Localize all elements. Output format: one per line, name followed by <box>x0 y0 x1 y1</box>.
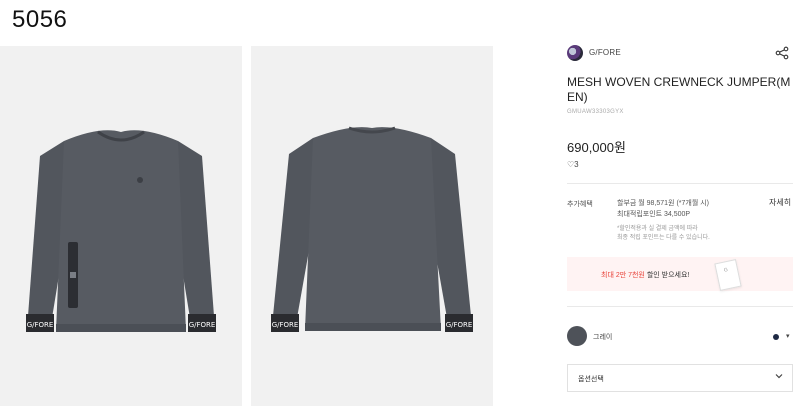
product-price: 690,000원 <box>567 140 626 155</box>
color-swatch-gray[interactable] <box>567 326 587 346</box>
brand-name-link[interactable]: G/FORE <box>589 48 621 57</box>
chevron-down-icon <box>775 374 783 379</box>
back-left-cuff-text: G/FORE <box>272 321 299 329</box>
like-counter[interactable]: ♡3 <box>567 160 579 169</box>
front-jumper-illustration: G/FORE G/FORE <box>26 130 216 332</box>
installment-info: 할부금 월 98,571원 (*7개월 시) <box>617 200 709 207</box>
benefit-label: 추가혜택 <box>567 201 593 208</box>
divider <box>567 306 793 307</box>
product-image-back[interactable]: G/FORE G/FORE <box>251 46 493 406</box>
points-note-line1: *할인적용과 실 결제 금액에 따라 <box>617 226 698 232</box>
benefit-detail-link[interactable]: 자세히 <box>769 197 791 208</box>
color-swatch-navy[interactable] <box>773 334 779 340</box>
divider <box>567 183 793 184</box>
points-note-line2: 최종 적립 포인트는 다를 수 있습니다. <box>617 235 710 241</box>
discount-promo-banner[interactable]: 최대 2만 7천원 할인 받으세요! G <box>567 257 793 291</box>
coupon-card-icon: G <box>714 259 742 291</box>
promo-amount: 최대 2만 7천원 <box>601 272 645 279</box>
coupon-card-logo: G <box>723 266 729 274</box>
back-jumper-illustration: G/FORE G/FORE <box>271 126 473 332</box>
option-select-dropdown[interactable]: 옵션선택 <box>567 364 793 392</box>
share-icon[interactable] <box>775 46 789 60</box>
option-select-label: 옵션선택 <box>578 376 604 383</box>
color-name: 그레이 <box>593 334 613 341</box>
product-title: MESH WOVEN CREWNECK JUMPER(MEN) <box>567 75 791 104</box>
points-info: 최대적립포인트 34,500P <box>617 211 691 218</box>
like-count: 3 <box>574 160 579 169</box>
color-caret-icon[interactable]: ▾ <box>786 332 790 340</box>
brand-row: G/FORE <box>567 44 793 64</box>
brand-logo-icon[interactable] <box>567 45 583 61</box>
back-right-cuff-text: G/FORE <box>446 321 473 329</box>
promo-suffix: 할인 받으세요! <box>644 272 690 279</box>
product-image-front[interactable]: G/FORE G/FORE <box>0 46 242 406</box>
promo-text: 최대 2만 7천원 할인 받으세요! <box>601 270 689 280</box>
product-code: GMUAW33303GYX <box>567 109 624 115</box>
front-right-cuff-text: G/FORE <box>189 321 216 329</box>
front-left-cuff-text: G/FORE <box>27 321 54 329</box>
color-option-row: 그레이 ▾ <box>567 324 793 348</box>
page-number: 5056 <box>12 6 68 33</box>
